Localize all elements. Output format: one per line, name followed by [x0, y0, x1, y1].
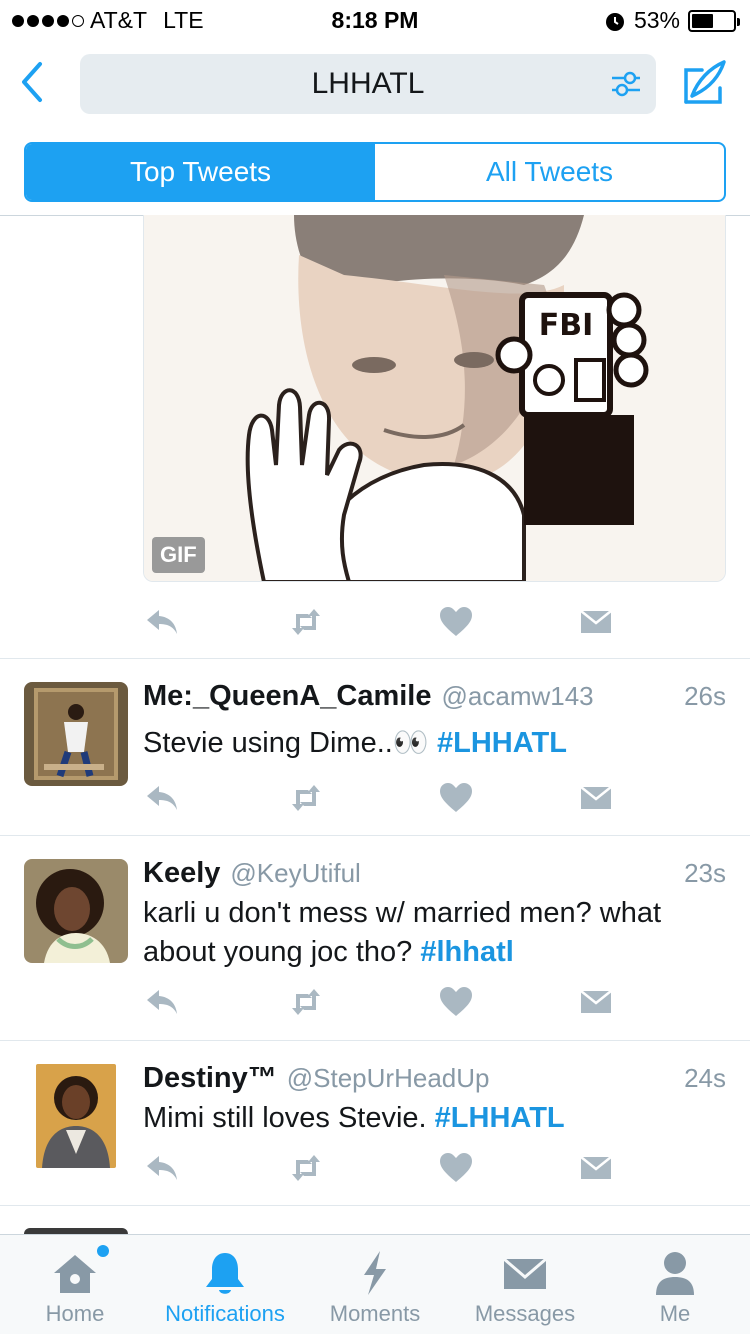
battery-percent: 53%: [633, 7, 680, 33]
direct-message-icon[interactable]: [578, 1150, 614, 1186]
search-header: LHHATL: [0, 40, 750, 130]
tweet-separator: [0, 1205, 750, 1206]
home-icon: [54, 1255, 96, 1293]
like-icon[interactable]: [438, 984, 474, 1020]
tab-me[interactable]: Me: [600, 1235, 750, 1335]
author-name[interactable]: Destiny™: [143, 1062, 277, 1095]
retweet-icon[interactable]: [288, 1150, 324, 1186]
gif-illustration: FBI: [144, 215, 725, 581]
tab-label: Home: [45, 1301, 105, 1326]
retweet-icon[interactable]: [288, 780, 324, 816]
tweet-filter-segmented-control: Top Tweets All Tweets: [24, 142, 726, 202]
tab-top-tweets[interactable]: Top Tweets: [26, 144, 375, 200]
gif-media[interactable]: FBI GIF: [143, 215, 726, 582]
reply-icon[interactable]: [143, 1150, 179, 1186]
gif-badge: GIF: [152, 537, 205, 573]
envelope-icon: [503, 1257, 547, 1289]
tweet-separator: [0, 835, 750, 836]
avatar[interactable]: [24, 859, 128, 963]
tweet-header: Keely @KeyUtiful 23s: [143, 857, 726, 895]
hashtag-link[interactable]: #lhhatl: [420, 936, 513, 968]
tab-label: Messages: [474, 1301, 576, 1326]
bottom-tab-bar: Home Notifications Moments Messages Me: [0, 1234, 750, 1334]
direct-message-icon[interactable]: [578, 604, 614, 640]
tweet-actions: [143, 1150, 623, 1190]
tweet-time: 23s: [684, 858, 726, 888]
reply-icon[interactable]: [143, 780, 179, 816]
tweet-text: Stevie using Dime..👀 #LHHATL: [143, 724, 726, 763]
tweet-actions: [143, 984, 623, 1024]
tab-all-tweets[interactable]: All Tweets: [375, 144, 724, 200]
tweet-separator: [0, 1040, 750, 1041]
tweet-header: Destiny™ @StepUrHeadUp 24s: [143, 1062, 726, 1100]
avatar[interactable]: [36, 1064, 116, 1168]
like-icon[interactable]: [438, 604, 474, 640]
status-bar: AT&T LTE 8:18 PM 53%: [0, 0, 750, 40]
fbi-badge-text: FBI: [539, 308, 594, 343]
author-handle[interactable]: @acamw143: [442, 681, 594, 712]
reply-icon[interactable]: [143, 984, 179, 1020]
like-icon[interactable]: [438, 1150, 474, 1186]
direct-message-icon[interactable]: [578, 780, 614, 816]
compose-tweet-icon[interactable]: [680, 58, 728, 108]
tweet-text: Mimi still loves Stevie. #LHHATL: [143, 1099, 726, 1138]
tweet-body: karli u don't mess w/ married men? what …: [143, 897, 662, 968]
direct-message-icon[interactable]: [578, 984, 614, 1020]
reply-icon[interactable]: [143, 604, 179, 640]
author-name[interactable]: Me:_QueenA_Camile: [143, 680, 432, 713]
avatar[interactable]: [24, 682, 128, 786]
home-new-indicator: [97, 1245, 109, 1257]
retweet-icon[interactable]: [288, 604, 324, 640]
tab-label: Notifications: [165, 1301, 285, 1326]
tab-label: Moments: [329, 1301, 421, 1326]
tab-label: Me: [659, 1301, 691, 1326]
battery-icon: [688, 9, 740, 32]
tab-notifications[interactable]: Notifications: [150, 1235, 300, 1335]
battery-area: 53%: [604, 7, 740, 34]
bell-icon: [206, 1253, 244, 1294]
tweet-actions: [143, 604, 623, 644]
tweet-time: 26s: [684, 681, 726, 711]
tweet-header: Me:_QueenA_Camile @acamw143 26s: [143, 680, 726, 718]
tweet-separator: [0, 658, 750, 659]
like-icon[interactable]: [438, 780, 474, 816]
author-name[interactable]: Keely: [143, 857, 220, 890]
tab-messages[interactable]: Messages: [450, 1235, 600, 1335]
back-chevron-icon[interactable]: [16, 60, 46, 104]
tweet-body: Stevie using Dime..👀: [143, 727, 437, 759]
lightning-icon: [364, 1251, 386, 1295]
tweet-text: karli u don't mess w/ married men? what …: [143, 894, 726, 972]
tab-home[interactable]: Home: [0, 1235, 150, 1335]
tweet-body: Mimi still loves Stevie.: [143, 1102, 435, 1134]
alarm-icon: [605, 12, 624, 31]
person-icon: [656, 1252, 694, 1295]
author-handle[interactable]: @StepUrHeadUp: [287, 1063, 490, 1094]
author-handle[interactable]: @KeyUtiful: [230, 858, 360, 889]
search-query: LHHATL: [311, 67, 425, 100]
tweet-actions: [143, 780, 623, 820]
search-field[interactable]: LHHATL: [80, 54, 656, 114]
tweet-time: 24s: [684, 1063, 726, 1093]
tab-moments[interactable]: Moments: [300, 1235, 450, 1335]
retweet-icon[interactable]: [288, 984, 324, 1020]
filter-icon[interactable]: [610, 68, 642, 100]
hashtag-link[interactable]: #LHHATL: [437, 727, 567, 759]
hashtag-link[interactable]: #LHHATL: [435, 1102, 565, 1134]
